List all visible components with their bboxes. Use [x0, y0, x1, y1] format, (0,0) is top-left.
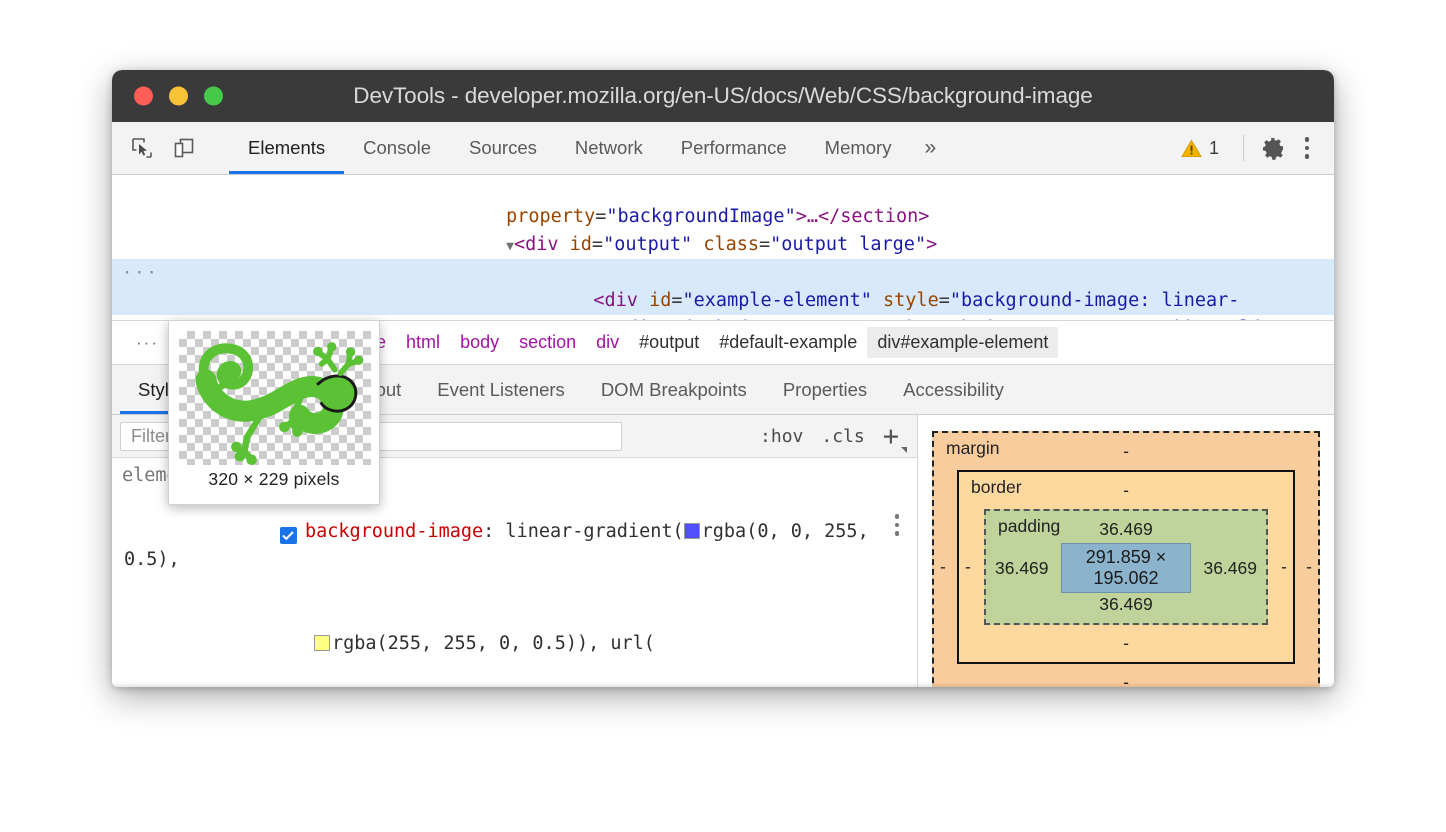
image-preview-tooltip: 320 × 229 pixels — [168, 320, 380, 505]
box-model-padding[interactable]: padding 36.469 36.469 291.859 × 195.062 … — [984, 509, 1268, 625]
tab-performance[interactable]: Performance — [662, 122, 806, 174]
bottom-scroll-shadow — [112, 682, 1334, 687]
tab-event-listeners-label: Event Listeners — [437, 379, 565, 401]
tab-event-listeners[interactable]: Event Listeners — [419, 365, 583, 414]
cls-toggle-button[interactable]: .cls — [821, 426, 864, 447]
breadcrumb-item-default-example[interactable]: #default-example — [709, 327, 867, 358]
zoom-button[interactable] — [204, 87, 223, 106]
toolbar-right-divider — [1243, 135, 1244, 161]
box-model-margin-right[interactable]: - — [1306, 557, 1312, 578]
tab-network-label: Network — [575, 137, 643, 159]
tab-network[interactable]: Network — [556, 122, 662, 174]
device-toolbar-icon[interactable] — [168, 132, 200, 164]
breadcrumb-item-output[interactable]: #output — [629, 327, 709, 358]
tab-elements-label: Elements — [248, 137, 325, 159]
rule-more-options-icon[interactable] — [895, 514, 900, 536]
window-controls[interactable] — [134, 87, 223, 106]
tab-console[interactable]: Console — [344, 122, 450, 174]
tab-sources-label: Sources — [469, 137, 537, 159]
tab-accessibility[interactable]: Accessibility — [885, 365, 1022, 414]
panel-tabs: Elements Console Sources Network Perform… — [229, 122, 950, 174]
box-model-border-label: border — [971, 477, 1022, 498]
lizard-preview-image — [179, 331, 371, 465]
breadcrumb-item-html[interactable]: html — [396, 327, 450, 358]
window-titlebar: DevTools - developer.mozilla.org/en-US/d… — [112, 70, 1334, 122]
box-model-border-left[interactable]: - — [965, 557, 971, 578]
color-swatch-yellow[interactable] — [314, 635, 330, 651]
breadcrumb-item-example-element[interactable]: div#example-element — [867, 327, 1058, 358]
declaration-value-rgba-2: rgba(255, 255, 0, 0.5)), url( — [332, 633, 655, 654]
gear-icon[interactable] — [1258, 133, 1288, 163]
declaration-value-part-1: : linear-gradient( — [483, 521, 683, 542]
caret-down-icon — [901, 447, 907, 453]
tab-elements[interactable]: Elements — [229, 122, 344, 174]
css-declaration-background-image[interactable]: background-image: linear-gradient(rgba(0… — [112, 490, 917, 602]
toolbar-icon-group — [112, 122, 229, 174]
toolbar-right-group: 1 — [1171, 122, 1334, 174]
window-title: DevTools - developer.mozilla.org/en-US/d… — [112, 83, 1334, 109]
declaration-checkbox[interactable] — [280, 527, 297, 544]
minimize-button[interactable] — [169, 87, 188, 106]
css-declaration-line-2: rgba(255, 255, 0, 0.5)), url( — [112, 602, 917, 686]
more-tabs-label: » — [924, 136, 936, 160]
tab-dom-breakpoints-label: DOM Breakpoints — [601, 379, 747, 401]
box-model-border[interactable]: border - - - padding 36.469 36.469 291.8… — [957, 470, 1295, 664]
warning-count: 1 — [1209, 138, 1219, 159]
box-model-border-right[interactable]: - — [1281, 557, 1287, 578]
devtools-toolbar: Elements Console Sources Network Perform… — [112, 122, 1334, 175]
tab-console-label: Console — [363, 137, 431, 159]
box-model-padding-bottom[interactable]: 36.469 — [995, 593, 1257, 616]
new-style-rule-button[interactable]: + — [883, 423, 899, 450]
box-model-content-size[interactable]: 291.859 × 195.062 — [1061, 543, 1192, 593]
inspect-element-icon[interactable] — [126, 132, 158, 164]
more-tabs-button[interactable]: » — [910, 122, 950, 174]
screenshot-root: DevTools - developer.mozilla.org/en-US/d… — [0, 0, 1446, 832]
tab-memory-label: Memory — [825, 137, 892, 159]
breadcrumb-item-body[interactable]: body — [450, 327, 509, 358]
styles-filter-actions: :hov .cls + — [760, 423, 909, 450]
box-model-margin-label: margin — [946, 438, 1000, 459]
tab-dom-breakpoints[interactable]: DOM Breakpoints — [583, 365, 765, 414]
kebab-menu-icon[interactable] — [1294, 133, 1320, 163]
dom-tree[interactable]: property="backgroundImage">…</section> ▼… — [112, 175, 1334, 320]
image-preview-caption: 320 × 229 pixels — [179, 469, 369, 490]
tab-properties-label: Properties — [783, 379, 867, 401]
box-model-padding-left[interactable]: 36.469 — [995, 558, 1049, 579]
box-model-margin-left[interactable]: - — [940, 557, 946, 578]
close-button[interactable] — [134, 87, 153, 106]
dom-selected-line-1: <div id="example-element" style="backgro… — [112, 259, 1334, 287]
tab-sources[interactable]: Sources — [450, 122, 556, 174]
dom-row-selected[interactable]: ··· <div id="example-element" style="bac… — [112, 259, 1334, 315]
dom-attr-value: gradient(rgba(0, 0, 255, 0.5), rgba(255,… — [593, 318, 1334, 320]
tab-accessibility-label: Accessibility — [903, 379, 1004, 401]
breadcrumb-item-div-2[interactable]: div — [586, 327, 629, 358]
dom-row[interactable]: ▼<section id="default-example"> — [112, 231, 1334, 259]
warning-indicator[interactable]: 1 — [1171, 138, 1229, 159]
box-model-padding-right[interactable]: 36.469 — [1203, 558, 1257, 579]
color-swatch-blue[interactable] — [684, 523, 700, 539]
tab-performance-label: Performance — [681, 137, 787, 159]
box-model-center-row: 36.469 291.859 × 195.062 36.469 — [995, 541, 1257, 593]
declaration-property: background-image — [305, 521, 483, 542]
hov-toggle-button[interactable]: :hov — [760, 426, 803, 447]
breadcrumb-item-section[interactable]: section — [509, 327, 586, 358]
plus-icon: + — [883, 421, 899, 452]
warning-triangle-icon — [1181, 139, 1202, 158]
dom-selected-line-2: gradient(rgba(0, 0, 255, 0.5), rgba(255,… — [112, 287, 1334, 315]
box-model-pane: margin - - - border - - - padding 36.469 — [918, 415, 1334, 687]
box-model-border-bottom[interactable]: - — [968, 632, 1284, 655]
box-model-margin[interactable]: margin - - - border - - - padding 36.469 — [932, 431, 1320, 687]
dom-row[interactable]: property="backgroundImage">…</section> — [112, 175, 1334, 203]
breadcrumb-overflow-button[interactable]: ··· — [122, 333, 173, 353]
tab-memory[interactable]: Memory — [806, 122, 911, 174]
box-model-padding-label: padding — [998, 516, 1060, 537]
tab-properties[interactable]: Properties — [765, 365, 885, 414]
dom-row[interactable]: ▼<div id="output" class="output large"> — [112, 203, 1334, 231]
